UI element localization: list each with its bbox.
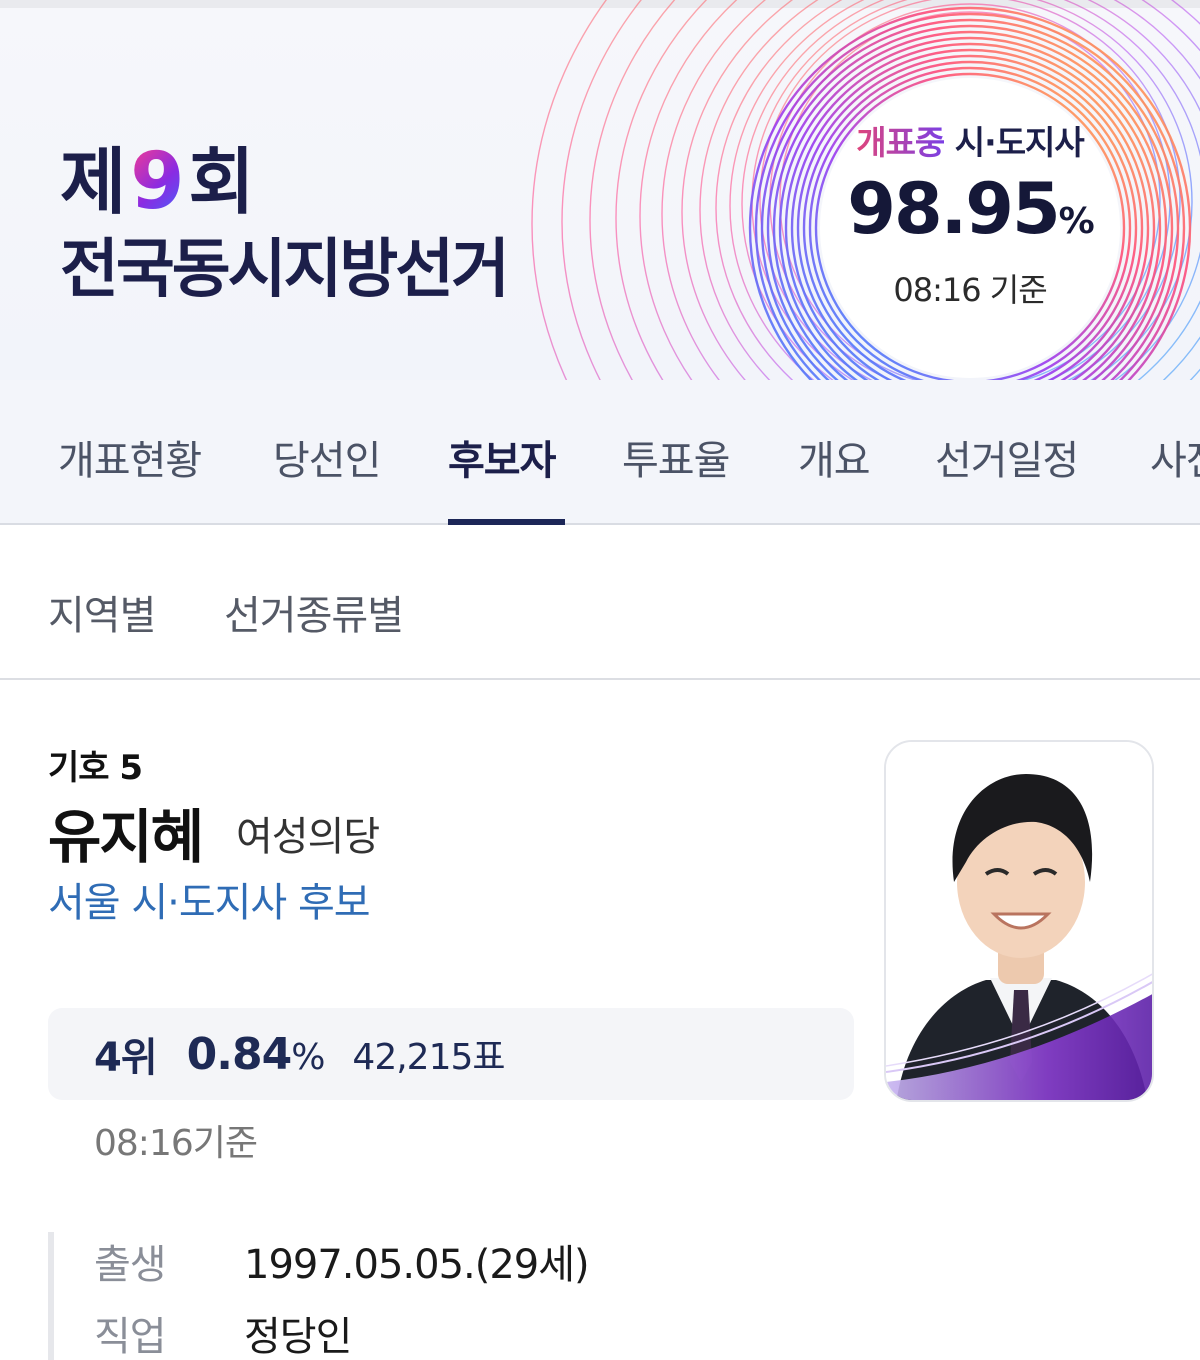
subtab-by-region[interactable]: 지역별 <box>48 583 156 641</box>
election-banner: 제 9 회 전국동시지방선거 개표중 시·도지사 98.95% 08:16 기준 <box>0 0 1200 380</box>
tab-schedule[interactable]: 선거일정 <box>935 428 1079 486</box>
candidate-symbol-number: 기호 5 <box>48 748 143 788</box>
count-percent-unit: % <box>1058 201 1095 242</box>
vote-count: 42,215표 <box>352 1037 505 1078</box>
info-row-job: 직업 정당인 <box>94 1304 352 1360</box>
main-tab-bar: 개표현황 당선인 후보자 투표율 개요 선거일정 사전 <box>0 380 1200 525</box>
tab-count-status[interactable]: 개표현황 <box>58 428 202 486</box>
election-title: 제 9 회 전국동시지방선거 <box>60 140 510 310</box>
count-time: 08:16 기준 <box>893 271 1047 309</box>
title-line-1: 제 9 회 <box>60 140 507 224</box>
count-status: 개표중 <box>856 123 945 162</box>
tab-candidates[interactable]: 후보자 <box>448 428 556 486</box>
info-row-birth: 출생 1997.05.05.(29세) <box>94 1232 590 1290</box>
title-number: 9 <box>130 137 184 227</box>
count-percent-value: 98.95 <box>847 168 1060 250</box>
count-type: 시·도지사 <box>954 123 1085 162</box>
subtab-by-election-type[interactable]: 선거종류별 <box>224 583 404 641</box>
person-avatar-icon <box>886 742 1152 1100</box>
tab-early-voting[interactable]: 사전 <box>1150 428 1200 486</box>
count-percent: 98.95% <box>847 168 1095 261</box>
info-value-job: 정당인 <box>244 1314 352 1360</box>
title-suffix: 회 <box>188 140 255 224</box>
title-prefix: 제 <box>60 140 126 224</box>
tab-turnout[interactable]: 투표율 <box>622 428 730 486</box>
vote-percent-value: 0.84 <box>186 1028 293 1080</box>
vote-result-box: 4위 0.84% 42,215표 <box>48 1008 854 1100</box>
candidate-name: 유지혜 <box>48 803 204 871</box>
vote-percent-unit: % <box>291 1036 325 1078</box>
info-value-birth: 1997.05.05.(29세) <box>244 1242 590 1288</box>
sub-tab-bar: 지역별 선거종류별 <box>0 525 1200 680</box>
candidate-role[interactable]: 서울 시·도지사 후보 <box>48 870 371 928</box>
candidate-photo <box>884 740 1154 1102</box>
candidate-rank: 4위 <box>94 1035 158 1081</box>
info-label-birth: 출생 <box>94 1242 167 1288</box>
count-progress-badge[interactable]: 개표중 시·도지사 98.95% 08:16 기준 <box>820 78 1120 378</box>
candidate-info-list: 출생 1997.05.05.(29세) 직업 정당인 <box>48 1232 848 1360</box>
count-label: 개표중 시·도지사 <box>856 116 1085 164</box>
info-label-job: 직업 <box>94 1314 167 1360</box>
title-line-2: 전국동시지방선거 <box>60 233 510 307</box>
vote-percent: 0.84% <box>186 1028 326 1080</box>
result-timestamp: 08:16기준 <box>94 1123 258 1164</box>
candidate-party[interactable]: 여성의당 <box>236 804 380 862</box>
tab-winners[interactable]: 당선인 <box>273 428 381 486</box>
tab-overview[interactable]: 개요 <box>798 428 871 486</box>
